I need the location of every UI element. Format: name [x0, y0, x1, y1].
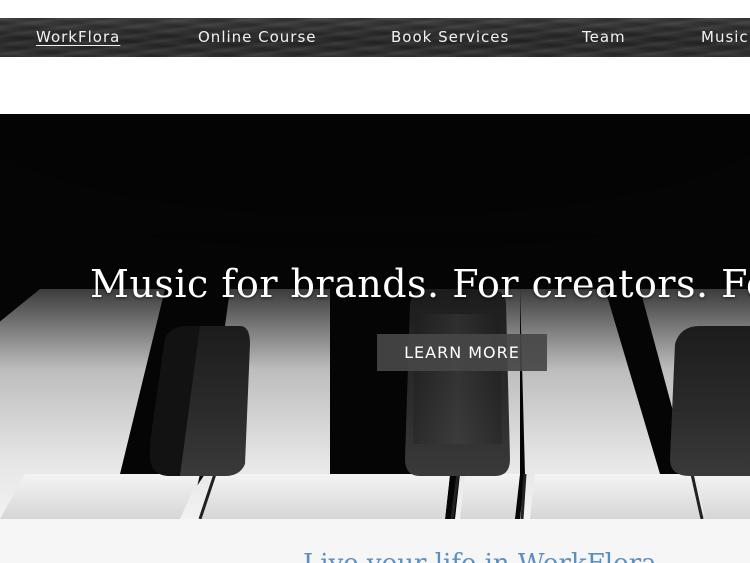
nav-link-book-services[interactable]: Book Services	[391, 28, 509, 46]
hero-title: Music for brands. For creators. For	[90, 262, 750, 306]
top-whitespace	[0, 0, 750, 18]
learn-more-button[interactable]: LEARN MORE	[377, 334, 547, 371]
top-navigation: WorkFlora Online Course Book Services Te…	[0, 18, 750, 57]
hero-banner: Music for brands. For creators. For LEAR…	[0, 114, 750, 519]
header-spacer	[0, 57, 750, 114]
nav-link-team[interactable]: Team	[582, 28, 626, 46]
nav-link-music[interactable]: Music	[701, 28, 749, 46]
piano-keys-image	[0, 114, 750, 519]
section-heading: Live your life in WorkFlora	[303, 549, 657, 563]
nav-link-online-course[interactable]: Online Course	[198, 28, 317, 46]
intro-section: Live your life in WorkFlora	[0, 519, 750, 563]
nav-link-home[interactable]: WorkFlora	[36, 28, 120, 46]
